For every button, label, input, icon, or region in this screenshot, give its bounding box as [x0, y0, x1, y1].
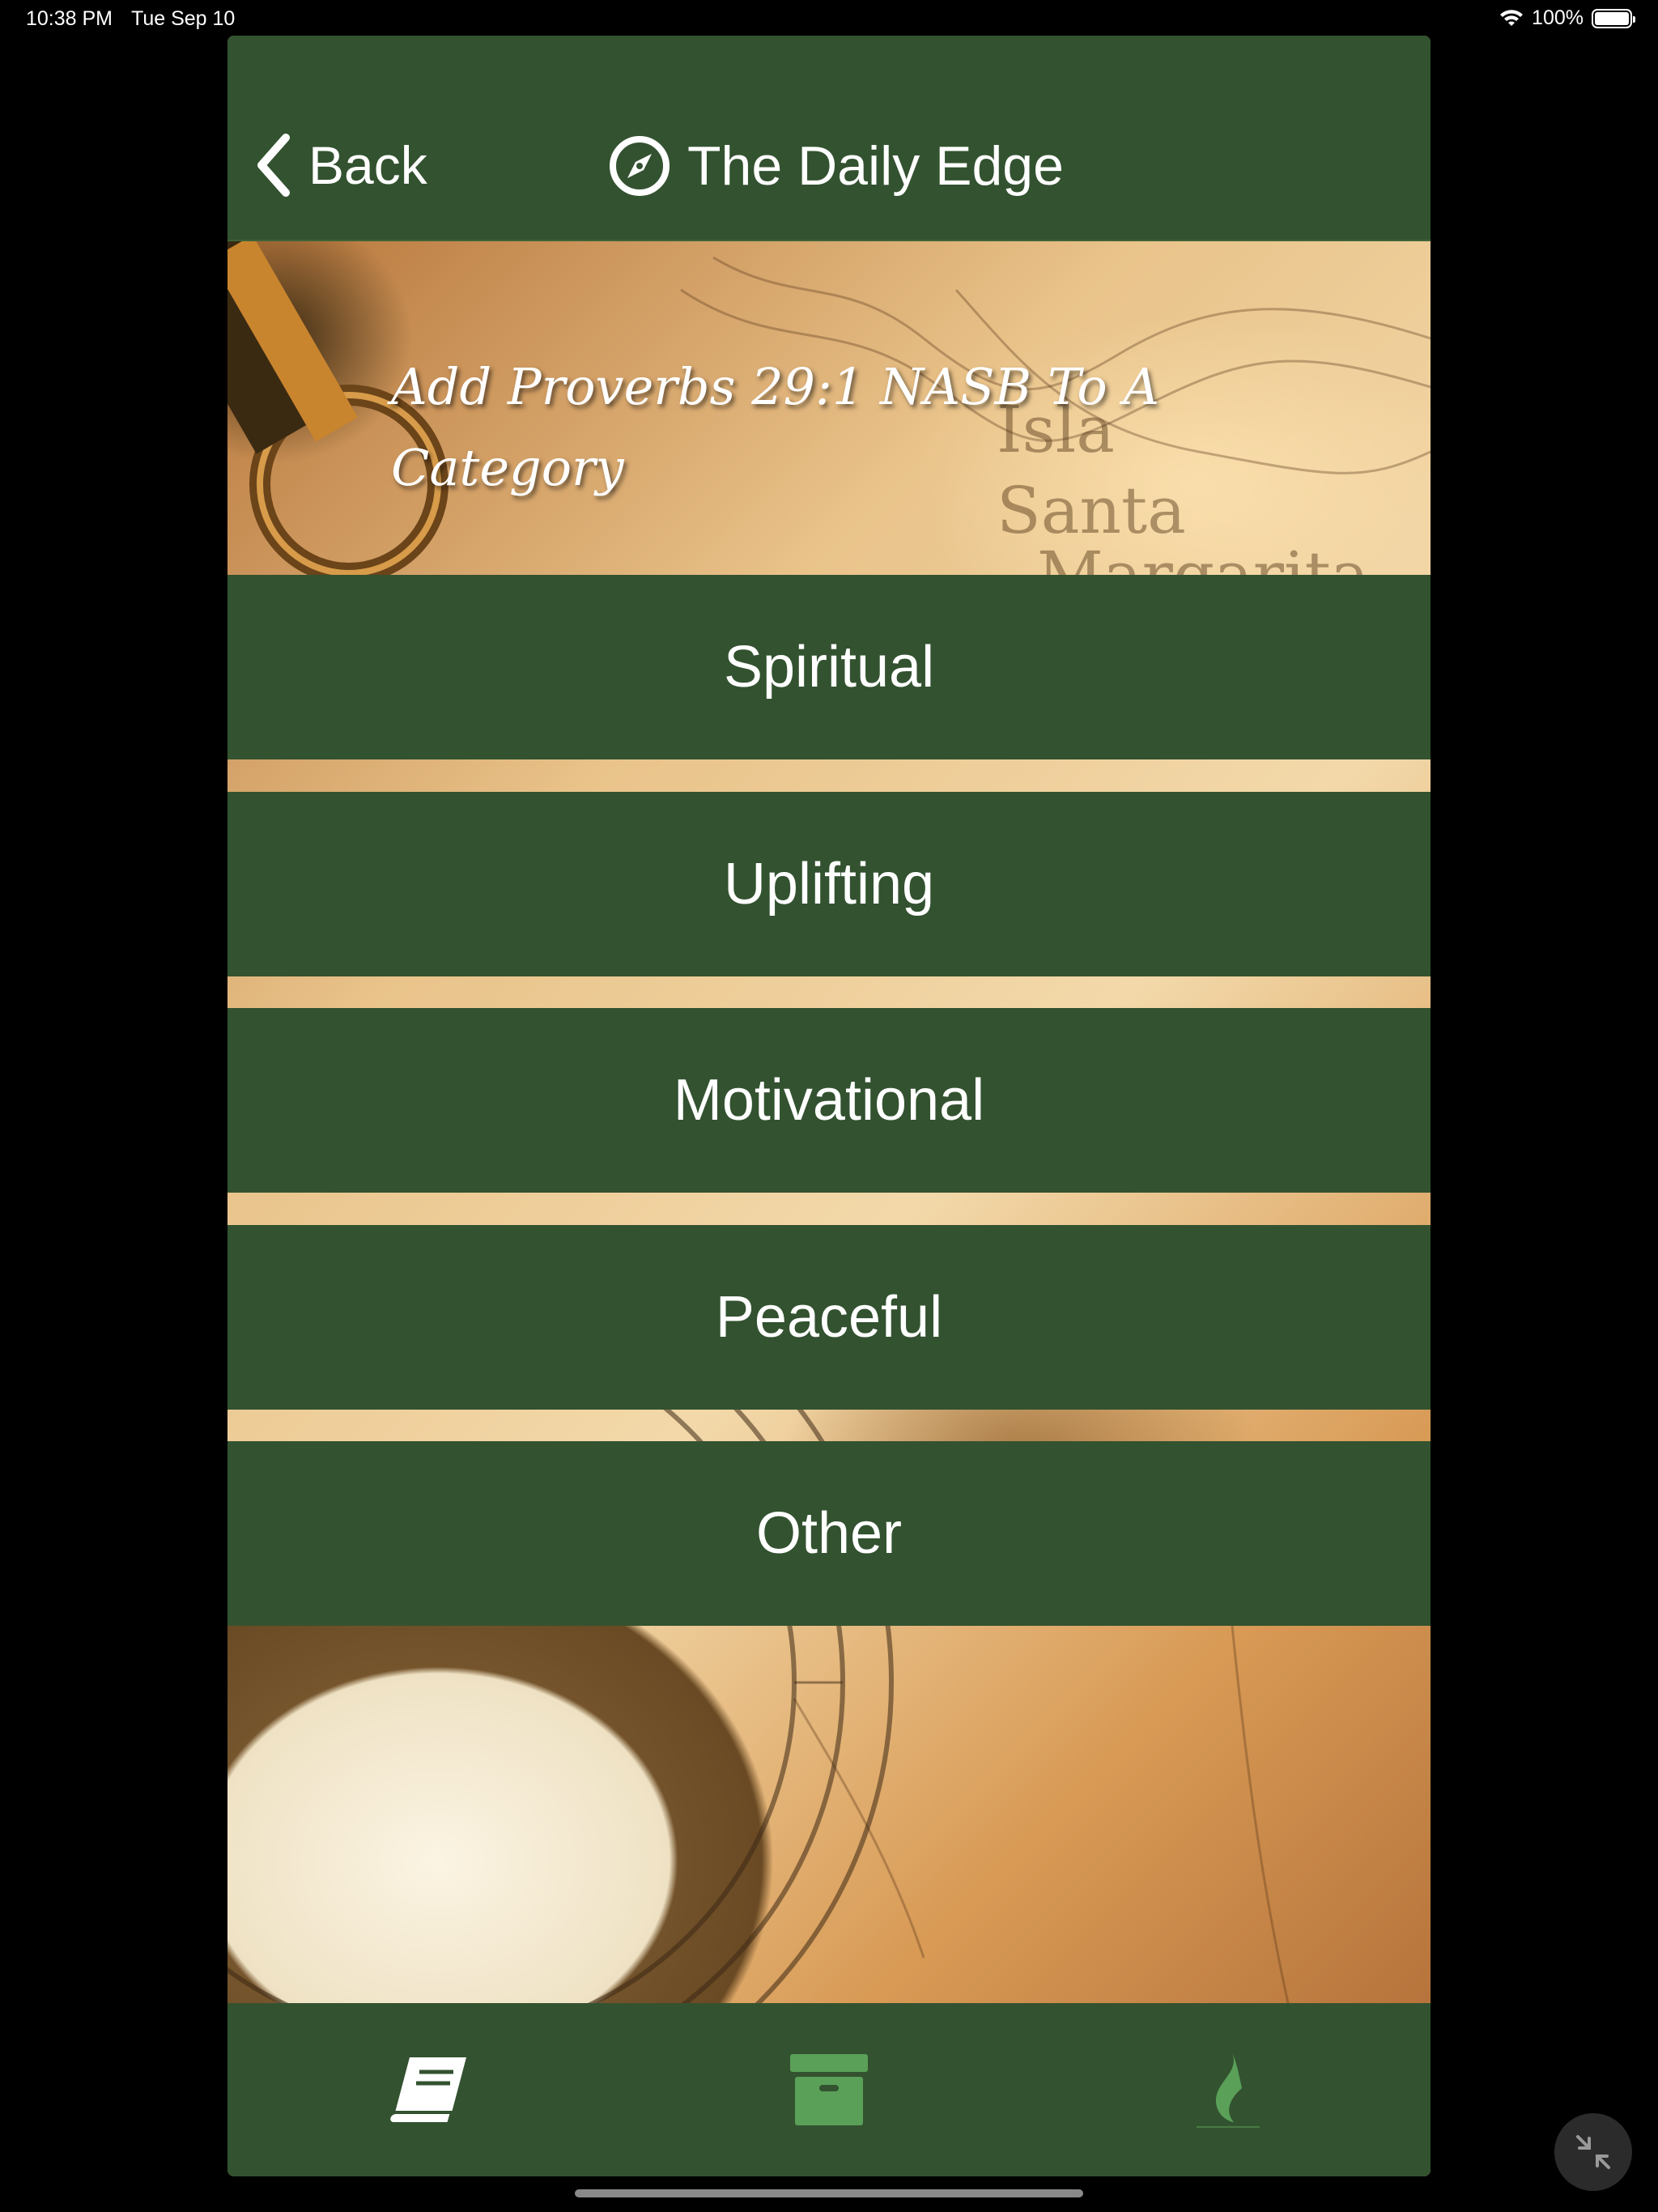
battery-percent: 100%	[1532, 6, 1584, 29]
status-bar: 10:38 PM Tue Sep 10 100%	[0, 0, 1658, 39]
book-icon	[387, 2057, 466, 2125]
home-indicator[interactable]	[575, 2189, 1083, 2197]
category-button-peaceful[interactable]: Peaceful	[227, 1225, 1431, 1410]
back-label: Back	[308, 135, 427, 195]
tab-flame[interactable]	[1147, 2003, 1309, 2176]
tab-archive[interactable]	[748, 2003, 910, 2176]
status-time: 10:38 PM	[26, 7, 113, 30]
chevron-left-icon	[257, 134, 290, 197]
status-indicators: 100%	[1499, 6, 1635, 30]
collapse-arrows-icon	[1576, 2135, 1610, 2169]
app-title-text: The Daily Edge	[687, 135, 1064, 197]
navigation-header: Back The Daily Edge	[227, 36, 1431, 241]
category-button-motivational[interactable]: Motivational	[227, 1008, 1431, 1193]
page-title: Add Proverbs 29:1 NASB To A Category	[391, 357, 1160, 497]
collapse-button[interactable]	[1554, 2113, 1632, 2191]
compass-icon	[610, 136, 670, 196]
tab-verses[interactable]	[349, 2003, 511, 2176]
app-panel: Isla Santa Margarita	[227, 36, 1431, 2176]
category-button-other[interactable]: Other	[227, 1441, 1431, 1626]
archive-box-icon	[790, 2054, 868, 2125]
category-button-uplifting[interactable]: Uplifting	[227, 792, 1431, 976]
battery-icon	[1592, 8, 1635, 28]
status-date: Tue Sep 10	[131, 7, 236, 30]
app-title: The Daily Edge	[608, 134, 1064, 198]
tab-bar	[227, 2003, 1431, 2176]
wifi-icon	[1500, 9, 1524, 26]
category-button-spiritual[interactable]: Spiritual	[227, 575, 1431, 759]
back-button[interactable]: Back	[255, 133, 427, 198]
flame-icon	[1197, 2052, 1260, 2128]
